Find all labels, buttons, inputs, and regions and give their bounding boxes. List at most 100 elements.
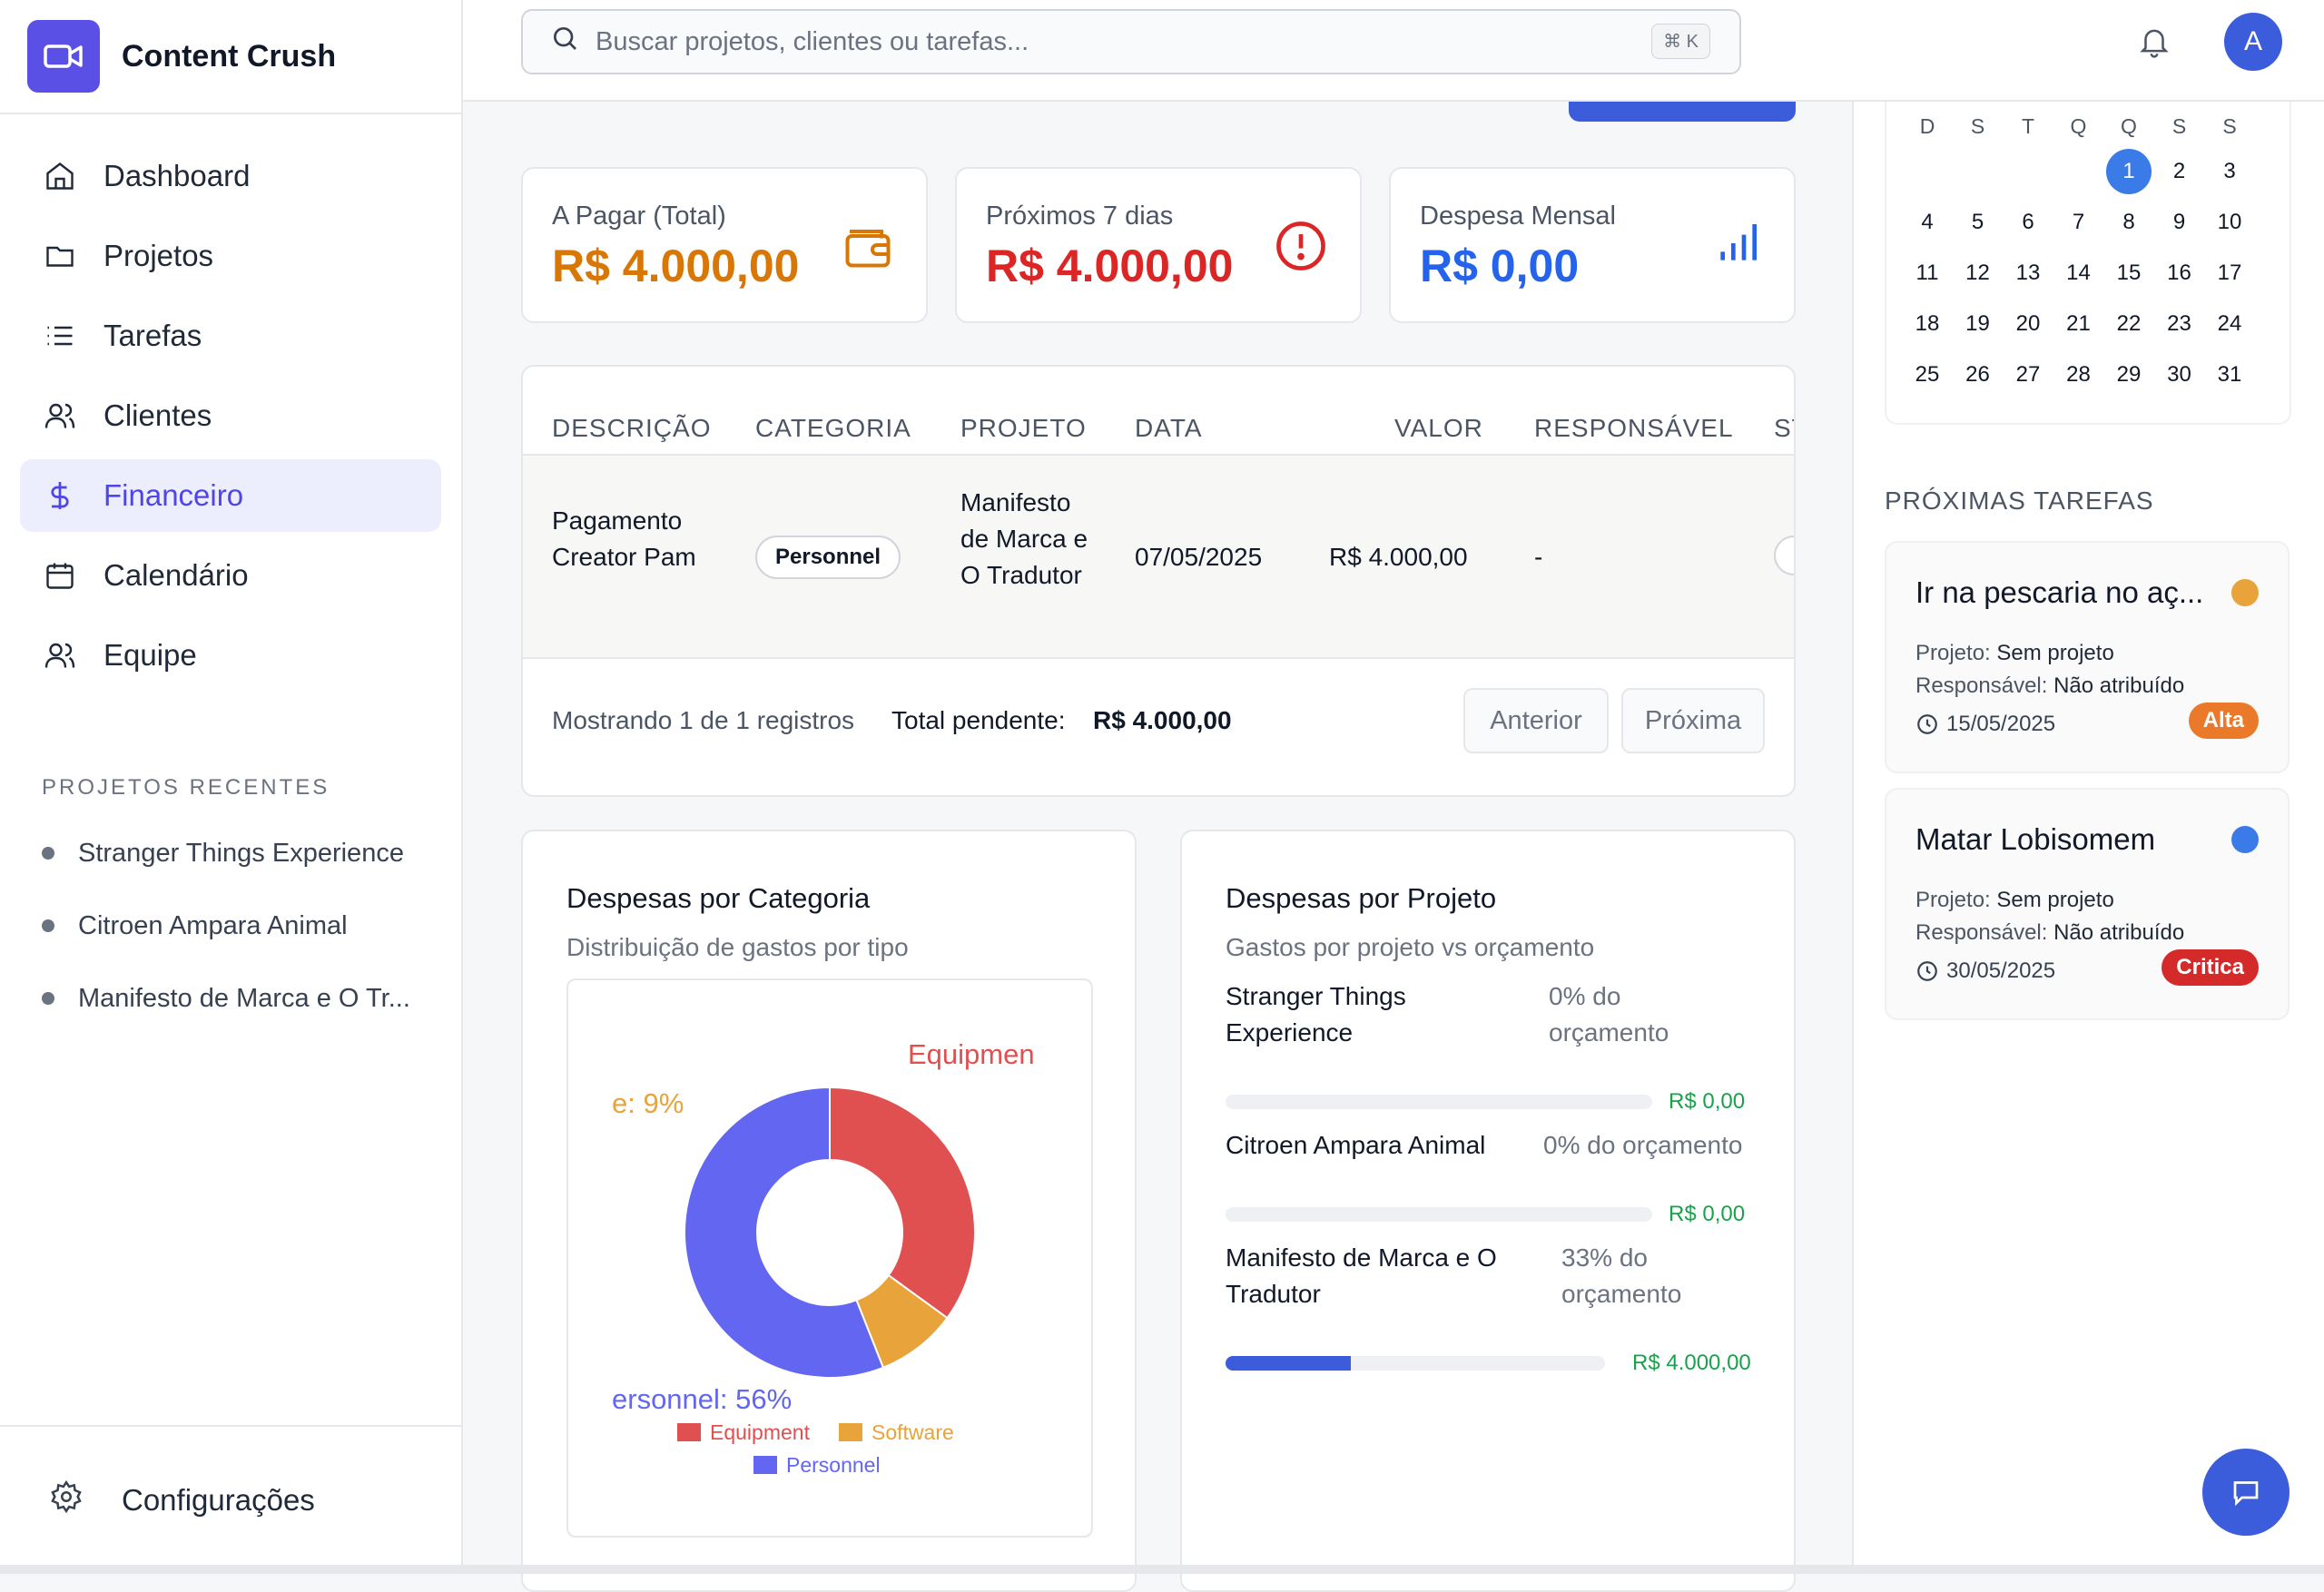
- chat-button[interactable]: [2202, 1449, 2290, 1536]
- cell-descricao: Pagamento Creator Pam: [552, 506, 696, 571]
- home-icon: [42, 158, 78, 194]
- slice-label: e: 9%: [612, 1087, 684, 1119]
- recent-project-item[interactable]: Manifesto de Marca e O Tr...: [42, 962, 461, 1035]
- calendar-day[interactable]: 25: [1905, 352, 1950, 398]
- status-pill[interactable]: [1774, 536, 1794, 575]
- nav-item-dashboard[interactable]: Dashboard: [20, 140, 441, 212]
- legend-item[interactable]: Equipment: [677, 1420, 811, 1444]
- stat-label: Próximos 7 dias: [986, 201, 1174, 231]
- recent-project-label: Manifesto de Marca e O Tr...: [78, 983, 410, 1013]
- bell-icon[interactable]: [2137, 24, 2171, 63]
- nav-label: Financeiro: [103, 478, 244, 512]
- calendar-day[interactable]: 15: [2106, 251, 2152, 296]
- primary-action-button[interactable]: [1569, 102, 1796, 122]
- calendar-day[interactable]: 19: [1955, 301, 2001, 347]
- project-budget-pct: 0% do orçamento: [1549, 982, 1669, 1047]
- project-budget-pct: 0% do orçamento: [1543, 1131, 1743, 1159]
- prev-page-button[interactable]: Anterior: [1463, 688, 1609, 753]
- weekday-label: Q: [2121, 114, 2137, 138]
- cell-data: 07/05/2025: [1135, 543, 1263, 571]
- table-row[interactable]: Pagamento Creator Pam Personnel Manifest…: [523, 454, 1794, 659]
- main-nav: Dashboard Projetos Tarefas Clientes Fina…: [0, 114, 461, 724]
- calendar-day[interactable]: 9: [2157, 200, 2202, 245]
- calendar-day[interactable]: 24: [2207, 301, 2252, 347]
- nav-label: Calendário: [103, 558, 249, 592]
- calendar-day[interactable]: 18: [1905, 301, 1950, 347]
- card-subtitle: Distribuição de gastos por tipo: [566, 933, 909, 961]
- calendar-day[interactable]: 27: [2005, 352, 2051, 398]
- col-header[interactable]: RESPONSÁVEL: [1534, 414, 1734, 443]
- pie-slice-equipment[interactable]: [829, 1086, 976, 1320]
- settings-link[interactable]: Configurações: [0, 1425, 461, 1574]
- calendar-day[interactable]: 21: [2056, 301, 2102, 347]
- avatar[interactable]: A: [2224, 13, 2282, 71]
- calendar-day[interactable]: 11: [1905, 251, 1950, 296]
- legend-swatch: [677, 1423, 701, 1441]
- col-header[interactable]: DATA: [1135, 414, 1203, 443]
- calendar-day[interactable]: 20: [2005, 301, 2051, 347]
- nav-item-equipe[interactable]: Equipe: [20, 619, 441, 692]
- nav-label: Clientes: [103, 398, 212, 432]
- calendar-day[interactable]: 7: [2056, 200, 2102, 245]
- brand[interactable]: Content Crush: [0, 0, 461, 114]
- nav-item-clientes[interactable]: Clientes: [20, 379, 441, 452]
- calendar-day[interactable]: 13: [2005, 251, 2051, 296]
- video-camera-icon: [27, 20, 100, 93]
- col-header[interactable]: VALOR: [1394, 414, 1483, 443]
- chart-bar-icon: [1712, 218, 1763, 273]
- app-name: Content Crush: [122, 38, 337, 74]
- col-header[interactable]: DESCRIÇÃO: [552, 414, 711, 443]
- calendar-day[interactable]: 5: [1955, 200, 2001, 245]
- sidebar: Content Crush Dashboard Projetos Tarefas…: [0, 0, 463, 1574]
- calendar-day[interactable]: 12: [1955, 251, 2001, 296]
- expenses-table: DESCRIÇÃO CATEGORIA PROJETO DATA VALOR R…: [521, 365, 1796, 797]
- calendar-day[interactable]: 14: [2056, 251, 2102, 296]
- calendar-day[interactable]: 17: [2207, 251, 2252, 296]
- col-header[interactable]: CATEGORIA: [755, 414, 911, 443]
- budget-bar-fill: [1226, 1356, 1351, 1371]
- calendar-day[interactable]: 26: [1955, 352, 2001, 398]
- calendar-day[interactable]: 3: [2207, 149, 2252, 194]
- task-card[interactable]: Matar Lobisomem Projeto: Sem projeto Res…: [1885, 788, 2290, 1020]
- calendar-day[interactable]: 31: [2207, 352, 2252, 398]
- cell-valor: R$ 4.000,00: [1329, 543, 1468, 571]
- calendar-day[interactable]: 1: [2106, 149, 2152, 194]
- legend-label: Personnel: [786, 1453, 881, 1477]
- slice-label: Equipmen: [908, 1038, 1035, 1070]
- calendar-day[interactable]: 4: [1905, 200, 1950, 245]
- search-input[interactable]: Buscar projetos, clientes ou tarefas... …: [521, 9, 1741, 74]
- calendar-day[interactable]: 8: [2106, 200, 2152, 245]
- recent-project-item[interactable]: Citroen Ampara Animal: [42, 889, 461, 962]
- nav-item-tarefas[interactable]: Tarefas: [20, 300, 441, 372]
- task-assignee: Responsável: Não atribuído: [1915, 920, 2184, 946]
- col-header[interactable]: ST: [1774, 414, 1794, 443]
- right-panel: D S T Q Q S S 1 2 3 4 5 6 7 8 9 10 11 12 13 14 15 16 17 18 19 20 21…: [1852, 102, 2324, 1574]
- calendar-day[interactable]: 28: [2056, 352, 2102, 398]
- next-page-button[interactable]: Próxima: [1621, 688, 1765, 753]
- calendar-day[interactable]: 10: [2207, 200, 2252, 245]
- alert-icon: [1273, 218, 1329, 279]
- nav-item-calendario[interactable]: Calendário: [20, 539, 441, 612]
- calendar-day[interactable]: 30: [2157, 352, 2202, 398]
- topbar: Buscar projetos, clientes ou tarefas... …: [463, 0, 2324, 102]
- calendar-day[interactable]: 2: [2157, 149, 2202, 194]
- calendar-day[interactable]: 16: [2157, 251, 2202, 296]
- nav-item-projetos[interactable]: Projetos: [20, 220, 441, 292]
- project-expenses-card: Despesas por Projeto Gastos por projeto …: [1180, 830, 1796, 1592]
- calendar-day[interactable]: 22: [2106, 301, 2152, 347]
- task-card[interactable]: Ir na pescaria no aç... Projeto: Sem pro…: [1885, 541, 2290, 773]
- recent-project-item[interactable]: Stranger Things Experience: [42, 817, 461, 889]
- recent-project-label: Stranger Things Experience: [78, 838, 404, 868]
- meta-value: Não atribuído: [2053, 673, 2185, 698]
- nav-item-financeiro[interactable]: Financeiro: [20, 459, 441, 532]
- priority-badge: Critica: [2162, 949, 2259, 986]
- calendar-day[interactable]: 29: [2106, 352, 2152, 398]
- calendar-day[interactable]: 23: [2157, 301, 2202, 347]
- legend-item[interactable]: Software: [839, 1420, 954, 1444]
- card-title: Despesas por Categoria: [566, 882, 871, 914]
- col-header[interactable]: PROJETO: [960, 414, 1087, 443]
- nav-label: Tarefas: [103, 319, 202, 352]
- legend-item[interactable]: Personnel: [753, 1453, 881, 1477]
- calendar-day[interactable]: 6: [2005, 200, 2051, 245]
- weekday-label: D: [1919, 114, 1935, 138]
